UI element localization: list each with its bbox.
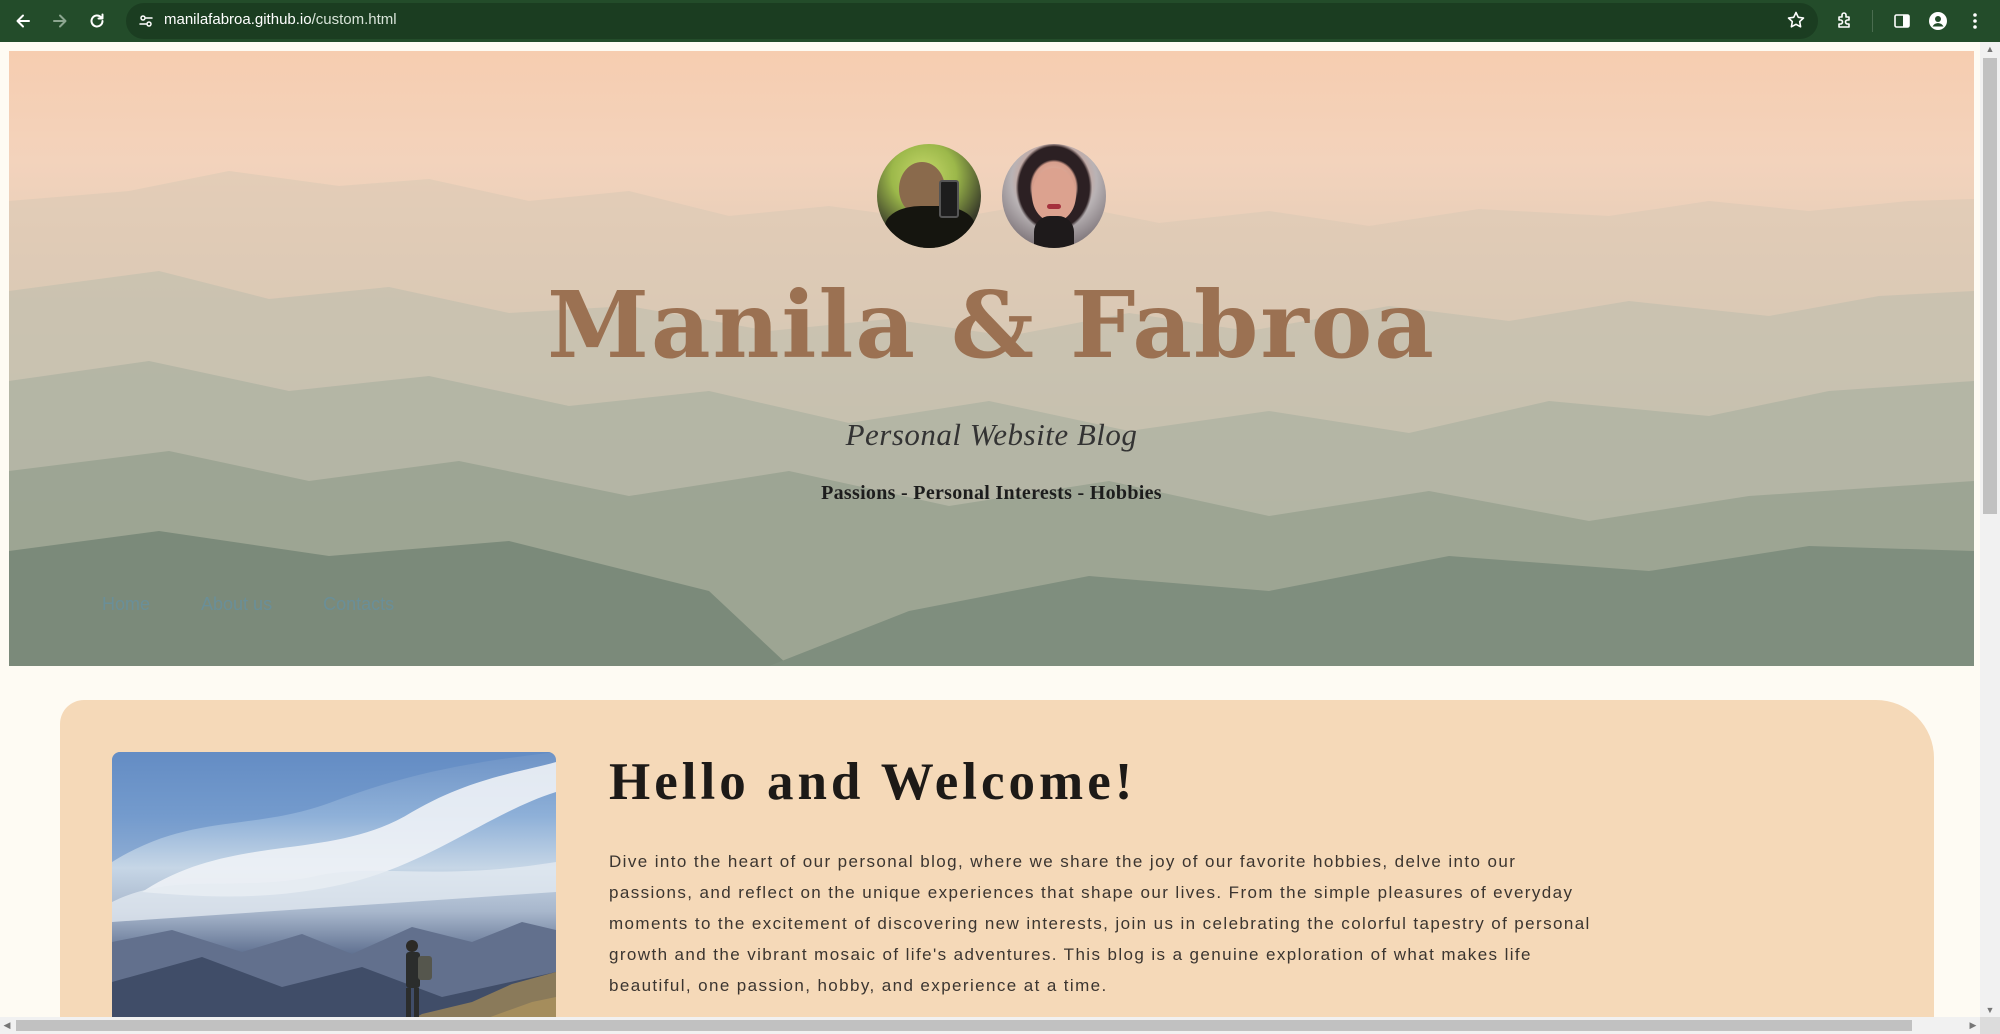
reload-icon <box>90 13 104 28</box>
profile-button[interactable] <box>1923 6 1953 36</box>
vertical-scroll-thumb[interactable] <box>1983 58 1997 514</box>
forward-button[interactable] <box>45 6 75 36</box>
forward-arrow-icon <box>53 14 67 28</box>
reload-button[interactable] <box>82 6 112 36</box>
back-arrow-icon <box>16 14 30 28</box>
toolbar-divider <box>1872 10 1873 32</box>
avatar-manila <box>877 144 981 248</box>
site-title: Manila & Fabroa <box>547 271 1436 379</box>
side-panel-button[interactable] <box>1887 6 1917 36</box>
scroll-down-arrow-icon[interactable]: ▼ <box>1985 1005 1995 1015</box>
extensions-icon <box>1838 12 1850 28</box>
url-text[interactable]: manilafabroa.github.io/custom.html <box>164 11 397 28</box>
welcome-paragraph: Dive into the heart of our personal blog… <box>609 852 1591 995</box>
avatar-fabroa <box>1002 144 1106 248</box>
nav-link-about-us[interactable]: About us <box>201 594 272 615</box>
url-path: /custom.html <box>311 11 397 28</box>
site-info-icon <box>139 15 153 27</box>
site-subtitle: Personal Website Blog <box>845 417 1138 452</box>
nav-link-contacts[interactable]: Contacts <box>323 594 394 615</box>
side-panel-icon <box>1894 14 1910 28</box>
back-button[interactable] <box>8 6 38 36</box>
profile-icon <box>1929 12 1947 30</box>
main-nav: Home About us Contacts <box>102 594 445 615</box>
site-info-button[interactable] <box>134 9 158 33</box>
scroll-right-arrow-icon[interactable]: ▶ <box>1968 1020 1978 1030</box>
horizontal-scroll-thumb[interactable] <box>16 1020 1912 1031</box>
welcome-card: Hello and Welcome! Dive into the heart o… <box>60 700 1934 1017</box>
welcome-heading: Hello and Welcome! <box>609 753 1137 811</box>
bookmark-star-icon <box>1787 11 1805 28</box>
hiker-mountain-photo <box>112 752 556 1017</box>
page-viewport: Manila & Fabroa Personal Website Blog Pa… <box>0 42 1980 1017</box>
author-avatars <box>877 144 1117 250</box>
extensions-button[interactable] <box>1830 6 1860 36</box>
vertical-scrollbar[interactable]: ▲ ▼ <box>1980 42 2000 1017</box>
scroll-left-arrow-icon[interactable]: ◀ <box>2 1020 12 1030</box>
scrollbar-corner <box>1980 1017 2000 1034</box>
horizontal-scrollbar[interactable]: ◀ ▶ <box>0 1017 1980 1034</box>
nav-link-home[interactable]: Home <box>102 594 150 615</box>
kebab-menu-icon <box>1973 13 1977 29</box>
bookmark-button[interactable] <box>1786 10 1806 30</box>
url-host: manilafabroa.github.io <box>164 11 312 28</box>
browser-toolbar: manilafabroa.github.io/custom.html <box>0 0 2000 42</box>
scroll-up-arrow-icon[interactable]: ▲ <box>1985 44 1995 54</box>
hero-header: Manila & Fabroa Personal Website Blog Pa… <box>9 51 1974 666</box>
address-bar[interactable]: manilafabroa.github.io/custom.html <box>126 3 1818 39</box>
site-tagline: Passions - Personal Interests - Hobbies <box>821 482 1162 504</box>
browser-menu-button[interactable] <box>1960 6 1990 36</box>
